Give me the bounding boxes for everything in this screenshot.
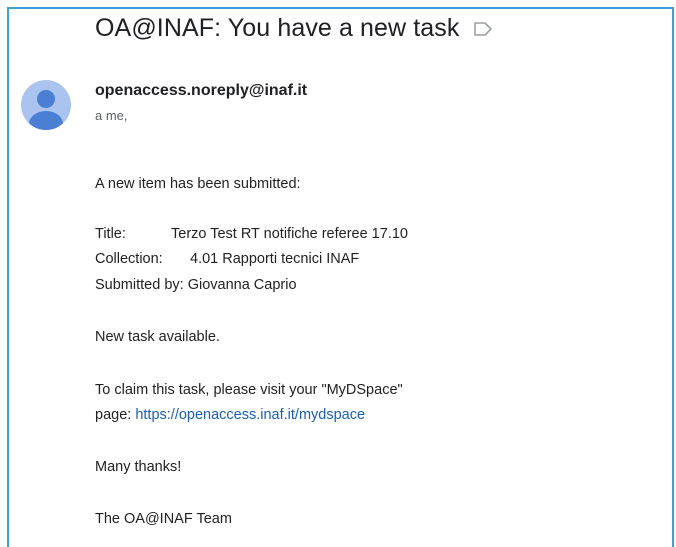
claim-line-2: page: https://openaccess.inaf.it/mydspac… [95, 406, 365, 424]
task-line: New task available. [95, 329, 220, 345]
sender-address[interactable]: openaccess.noreply@inaf.it [95, 82, 307, 100]
submitted-line: Submitted by: Giovanna Caprio [95, 276, 297, 294]
recipient-line[interactable]: a me, [95, 108, 128, 123]
email-subject: OA@INAF: You have a new task [95, 14, 460, 42]
submitted-value: Giovanna Caprio [187, 277, 297, 293]
title-value: Terzo Test RT notifiche referee 17.10 [171, 226, 408, 242]
claim-line-prefix: page: [95, 407, 132, 423]
submitted-label: Submitted by: [95, 277, 184, 293]
body-intro: A new item has been submitted: [95, 176, 301, 192]
default-user-avatar-icon [29, 90, 63, 130]
thanks-line: Many thanks! [95, 459, 182, 475]
subject-row: OA@INAF: You have a new task [95, 14, 493, 43]
label-arrow-icon[interactable] [473, 21, 493, 37]
mydspace-link[interactable]: https://openaccess.inaf.it/mydspace [135, 407, 365, 423]
title-line: Title: Terzo Test RT notifiche referee 17… [95, 225, 408, 243]
signature-line: The OA@INAF Team [95, 511, 232, 527]
collection-value: 4.01 Rapporti tecnici INAF [190, 251, 360, 267]
title-label: Title: [95, 226, 126, 242]
claim-line-1: To claim this task, please visit your "M… [95, 382, 403, 398]
collection-label: Collection: [95, 251, 163, 267]
collection-line: Collection: 4.01 Rapporti tecnici INAF [95, 250, 359, 268]
sender-avatar[interactable] [21, 80, 71, 130]
